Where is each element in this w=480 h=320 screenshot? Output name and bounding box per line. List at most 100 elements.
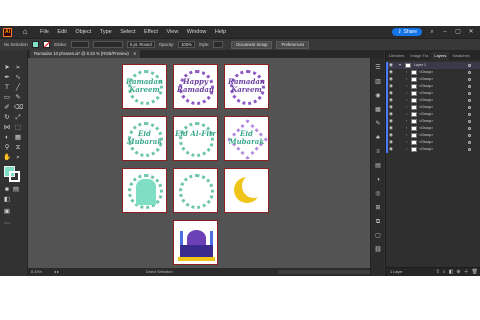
group-name[interactable]: <Group> <box>419 76 433 83</box>
menu-type[interactable]: Type <box>100 26 112 38</box>
visibility-eye-icon[interactable]: ◉ <box>389 146 393 153</box>
type-tool-icon[interactable]: T <box>3 84 11 92</box>
pathfinder-icon[interactable]: ⧉ <box>374 218 382 226</box>
group-name[interactable]: <Group> <box>419 146 433 153</box>
target-circle-icon[interactable] <box>467 98 471 102</box>
layer-name[interactable]: Layer 1 <box>414 62 426 69</box>
artboard-9[interactable] <box>224 168 269 213</box>
stroke-icon[interactable]: ≡ <box>374 148 382 156</box>
target-circle-icon[interactable] <box>467 133 471 137</box>
close-icon[interactable]: ✕ <box>467 28 475 36</box>
expand-chevron-icon[interactable]: › <box>406 111 407 118</box>
color-mode-icon[interactable]: ■ <box>3 186 11 194</box>
tab-image-trace[interactable]: Image Tra <box>407 52 431 60</box>
artboard-2[interactable]: Happy Ramadan <box>173 64 218 109</box>
properties-icon[interactable]: ☰ <box>374 64 382 72</box>
visibility-eye-icon[interactable]: ◉ <box>389 132 393 139</box>
screen-mode-icon[interactable]: ▣ <box>3 208 11 216</box>
graphic-style-select[interactable] <box>213 41 224 48</box>
visibility-eye-icon[interactable]: ◉ <box>389 97 393 104</box>
visibility-eye-icon[interactable]: ◉ <box>389 118 393 125</box>
layer-group-row[interactable]: ◉ › <Group> <box>386 118 480 125</box>
menu-help[interactable]: Help <box>215 26 226 38</box>
canvas[interactable]: Ramadan Kareem Happy Ramadan Ramadan Kar… <box>28 58 384 268</box>
visibility-eye-icon[interactable]: ◉ <box>389 62 393 69</box>
align-icon[interactable]: ⊞ <box>374 204 382 212</box>
target-circle-icon[interactable] <box>467 112 471 116</box>
artboard-8[interactable] <box>173 168 218 213</box>
visibility-eye-icon[interactable]: ◉ <box>389 76 393 83</box>
search-icon[interactable]: ⌕ <box>428 28 436 36</box>
brush-definition-select[interactable]: 5 pt. Round <box>127 41 155 48</box>
line-tool-icon[interactable]: ╱ <box>14 84 22 92</box>
delete-icon[interactable]: 🗑 <box>472 268 478 276</box>
opacity-label[interactable]: Opacity: <box>159 42 174 47</box>
transparency-icon[interactable]: ◑ <box>374 176 382 184</box>
gradient-mode-icon[interactable]: ▤ <box>12 186 20 194</box>
expand-chevron-icon[interactable]: › <box>406 118 407 125</box>
gradient-icon[interactable]: ▤ <box>374 162 382 170</box>
expand-chevron-icon[interactable]: › <box>406 76 407 83</box>
stroke-swatch[interactable] <box>42 41 50 48</box>
home-icon[interactable]: ⌂ <box>20 27 30 37</box>
curvature-tool-icon[interactable]: ∿ <box>14 74 22 82</box>
shaper-tool-icon[interactable]: ✐ <box>3 104 11 112</box>
menu-effect[interactable]: Effect <box>144 26 158 38</box>
new-sublayer-icon[interactable]: ⊕ <box>456 268 460 276</box>
expand-chevron-icon[interactable]: › <box>406 69 407 76</box>
stroke-color-swatch[interactable] <box>9 171 20 182</box>
layer-group-row[interactable]: ◉ › <Group> <box>386 90 480 97</box>
width-tool-icon[interactable]: ⋈ <box>3 124 11 132</box>
layer-group-row[interactable]: ◉ › <Group> <box>386 132 480 139</box>
target-circle-icon[interactable] <box>467 77 471 81</box>
artboard-4[interactable]: Eid Mubarak <box>122 116 167 161</box>
layer-group-row[interactable]: ◉ › <Group> <box>386 111 480 118</box>
target-circle-icon[interactable] <box>467 91 471 95</box>
horizontal-scrollbar[interactable] <box>278 270 378 274</box>
layer-group-row[interactable]: ◉ › <Group> <box>386 97 480 104</box>
paintbrush-tool-icon[interactable]: ✎ <box>14 94 22 102</box>
perspective-grid-tool-icon[interactable]: ▦ <box>14 134 22 142</box>
target-circle-icon[interactable] <box>467 119 471 123</box>
expand-chevron-icon[interactable]: › <box>406 104 407 111</box>
eyedropper-tool-icon[interactable]: ⚲ <box>3 144 11 152</box>
opacity-field[interactable]: 100% <box>178 41 195 48</box>
visibility-eye-icon[interactable]: ◉ <box>389 69 393 76</box>
expand-chevron-icon[interactable]: ▾ <box>399 62 401 69</box>
layer-group-row[interactable]: ◉ › <Group> <box>386 104 480 111</box>
expand-chevron-icon[interactable]: › <box>406 139 407 146</box>
close-tab-icon[interactable]: ✕ <box>133 51 137 56</box>
menu-object[interactable]: Object <box>75 26 91 38</box>
group-name[interactable]: <Group> <box>419 104 433 111</box>
zoom-level[interactable]: 8.33% <box>31 268 42 276</box>
expand-chevron-icon[interactable]: › <box>406 90 407 97</box>
brushes-icon[interactable]: ✎ <box>374 120 382 128</box>
expand-chevron-icon[interactable]: › <box>406 125 407 132</box>
variable-width-profile[interactable] <box>93 41 124 48</box>
group-name[interactable]: <Group> <box>419 83 433 90</box>
artboard-6[interactable]: Eid Mubarak <box>224 116 269 161</box>
selection-tool-icon[interactable]: ➤ <box>3 64 11 72</box>
links-icon[interactable]: ⛓ <box>374 246 382 254</box>
color-icon[interactable]: ◉ <box>374 92 382 100</box>
preferences-button[interactable]: Preferences <box>276 40 310 49</box>
make-clipping-mask-icon[interactable]: ◧ <box>449 268 454 276</box>
maximize-icon[interactable]: ▢ <box>454 28 462 36</box>
group-name[interactable]: <Group> <box>419 139 433 146</box>
artboard-10[interactable] <box>173 220 218 265</box>
target-circle-icon[interactable] <box>467 105 471 109</box>
rectangle-tool-icon[interactable]: ▭ <box>3 94 11 102</box>
expand-chevron-icon[interactable]: › <box>406 83 407 90</box>
eraser-tool-icon[interactable]: ⌫ <box>14 104 23 112</box>
shape-builder-tool-icon[interactable]: ◐ <box>3 134 11 142</box>
collect-export-icon[interactable]: ⇪ <box>436 268 440 276</box>
hand-tool-icon[interactable]: ✋ <box>3 154 11 162</box>
group-name[interactable]: <Group> <box>419 118 433 125</box>
layer-group-row[interactable]: ◉ › <Group> <box>386 83 480 90</box>
group-name[interactable]: <Group> <box>419 132 433 139</box>
layer-group-row[interactable]: ◉ › <Group> <box>386 139 480 146</box>
tab-layers[interactable]: Layers <box>431 52 450 60</box>
artboard-7[interactable] <box>122 168 167 213</box>
layer-group-row[interactable]: ◉ › <Group> <box>386 125 480 132</box>
scale-tool-icon[interactable]: ⤢ <box>14 114 22 122</box>
